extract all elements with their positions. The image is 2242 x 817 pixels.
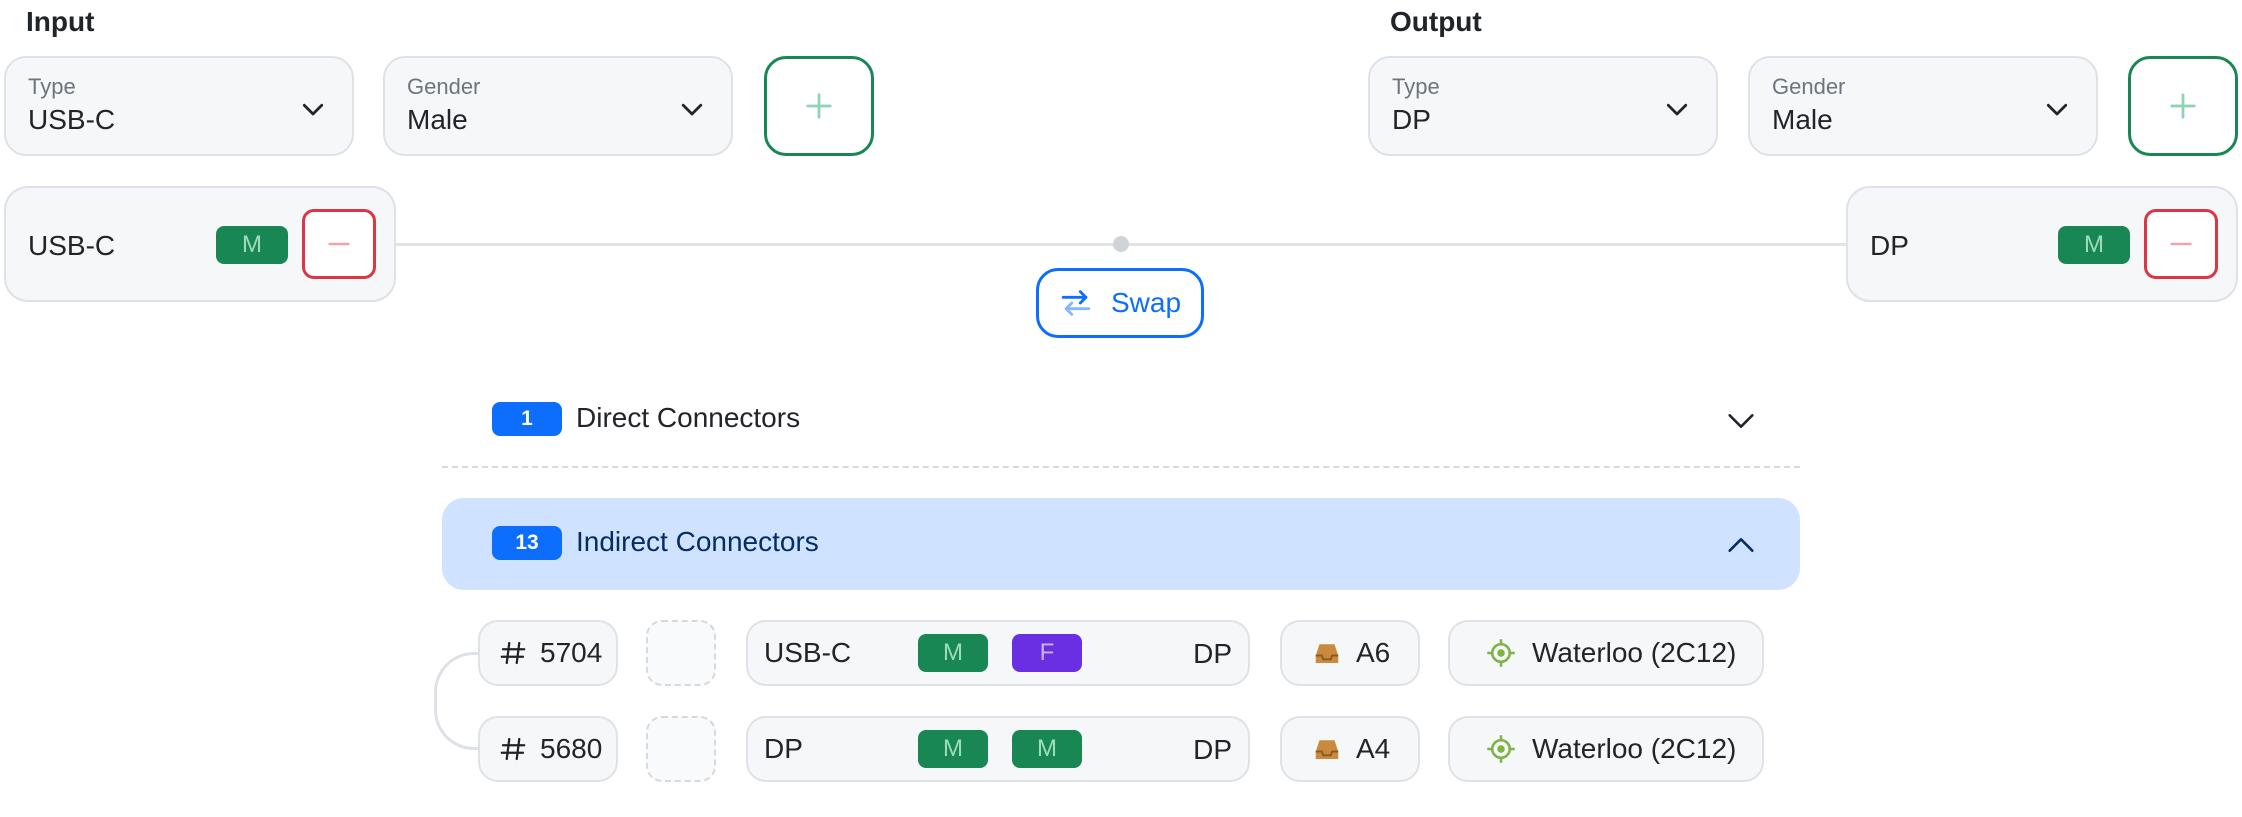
bin-label: A4 — [1356, 733, 1391, 764]
chevron-down-icon — [1728, 414, 1754, 428]
indirect-connectors-title: Indirect Connectors — [576, 526, 819, 557]
input-port-card: USB-C M — [4, 186, 396, 302]
location-target-icon — [1487, 735, 1515, 763]
minus-icon — [328, 242, 350, 246]
indirect-connectors-header[interactable]: 13 Indirect Connectors — [442, 498, 1800, 590]
direct-count-badge: 1 — [492, 402, 562, 436]
direct-connectors-header[interactable]: 1 Direct Connectors — [442, 374, 1800, 466]
swap-button[interactable]: Swap — [1036, 268, 1204, 338]
swap-arrows-icon — [1061, 290, 1091, 316]
output-port-card: DP M — [1846, 186, 2238, 302]
input-type-label: Type — [28, 74, 76, 99]
connector-from: USB-C — [764, 637, 852, 668]
input-add-button[interactable] — [764, 56, 874, 156]
gender-badge-2: M — [1012, 730, 1082, 768]
output-port-gender-badge: M — [2058, 226, 2130, 264]
output-title: Output — [1390, 6, 1482, 37]
chevron-down-icon — [1666, 103, 1688, 116]
chevron-up-icon — [1728, 538, 1754, 552]
connector-id-pill[interactable]: 5704 — [478, 620, 618, 686]
chevron-down-icon — [2046, 103, 2068, 116]
connector-from: DP — [764, 733, 803, 764]
gender-badge-2: F — [1012, 634, 1082, 672]
connector-id: 5680 — [540, 733, 603, 764]
output-gender-select[interactable]: Gender Male — [1748, 56, 2098, 156]
bin-pill[interactable]: A6 — [1280, 620, 1420, 686]
bin-label: A6 — [1356, 637, 1391, 668]
connector-to: DP — [1193, 734, 1232, 765]
connection-dot — [1113, 236, 1129, 252]
input-remove-button[interactable] — [302, 209, 376, 279]
gender-badge-1: M — [918, 730, 988, 768]
tray-icon — [1315, 740, 1339, 759]
output-type-select[interactable]: Type DP — [1368, 56, 1718, 156]
input-gender-select[interactable]: Gender Male — [383, 56, 733, 156]
location-label: Waterloo (2C12) — [1532, 733, 1737, 764]
input-type-select[interactable]: Type USB-C — [4, 56, 354, 156]
connector-spec-pill: USB-C M F DP — [746, 620, 1250, 686]
direct-connectors-title: Direct Connectors — [576, 402, 801, 433]
location-pill[interactable]: Waterloo (2C12) — [1448, 620, 1764, 686]
input-type-value: USB-C — [28, 104, 116, 135]
empty-slot[interactable] — [646, 620, 716, 686]
output-remove-button[interactable] — [2144, 209, 2218, 279]
input-gender-label: Gender — [407, 74, 481, 99]
location-pill[interactable]: Waterloo (2C12) — [1448, 716, 1764, 782]
minus-icon — [2170, 242, 2192, 246]
accordion-divider — [442, 466, 1800, 468]
connector-id-pill[interactable]: 5680 — [478, 716, 618, 782]
empty-slot[interactable] — [646, 716, 716, 782]
hash-icon — [500, 641, 526, 665]
plus-icon — [2170, 93, 2196, 119]
output-type-value: DP — [1392, 104, 1431, 135]
chevron-down-icon — [681, 103, 703, 116]
connector-to: DP — [1193, 638, 1232, 669]
bin-pill[interactable]: A4 — [1280, 716, 1420, 782]
output-type-label: Type — [1392, 74, 1440, 99]
input-port-gender-badge: M — [216, 226, 288, 264]
swap-label: Swap — [1111, 287, 1182, 318]
tray-icon — [1315, 644, 1339, 663]
chevron-down-icon — [302, 103, 324, 116]
input-title: Input — [26, 6, 95, 37]
chain-bracket — [434, 652, 484, 750]
location-target-icon — [1487, 639, 1515, 667]
input-gender-value: Male — [407, 104, 468, 135]
location-label: Waterloo (2C12) — [1532, 637, 1737, 668]
output-gender-label: Gender — [1772, 74, 1846, 99]
hash-icon — [500, 737, 526, 761]
connector-spec-pill: DP M M DP — [746, 716, 1250, 782]
indirect-count-badge: 13 — [492, 526, 562, 560]
output-gender-value: Male — [1772, 104, 1833, 135]
gender-badge-1: M — [918, 634, 988, 672]
output-add-button[interactable] — [2128, 56, 2238, 156]
plus-icon — [806, 93, 832, 119]
output-port-name: DP — [1870, 230, 1909, 261]
input-port-name: USB-C — [28, 230, 116, 261]
connector-id: 5704 — [540, 637, 603, 668]
